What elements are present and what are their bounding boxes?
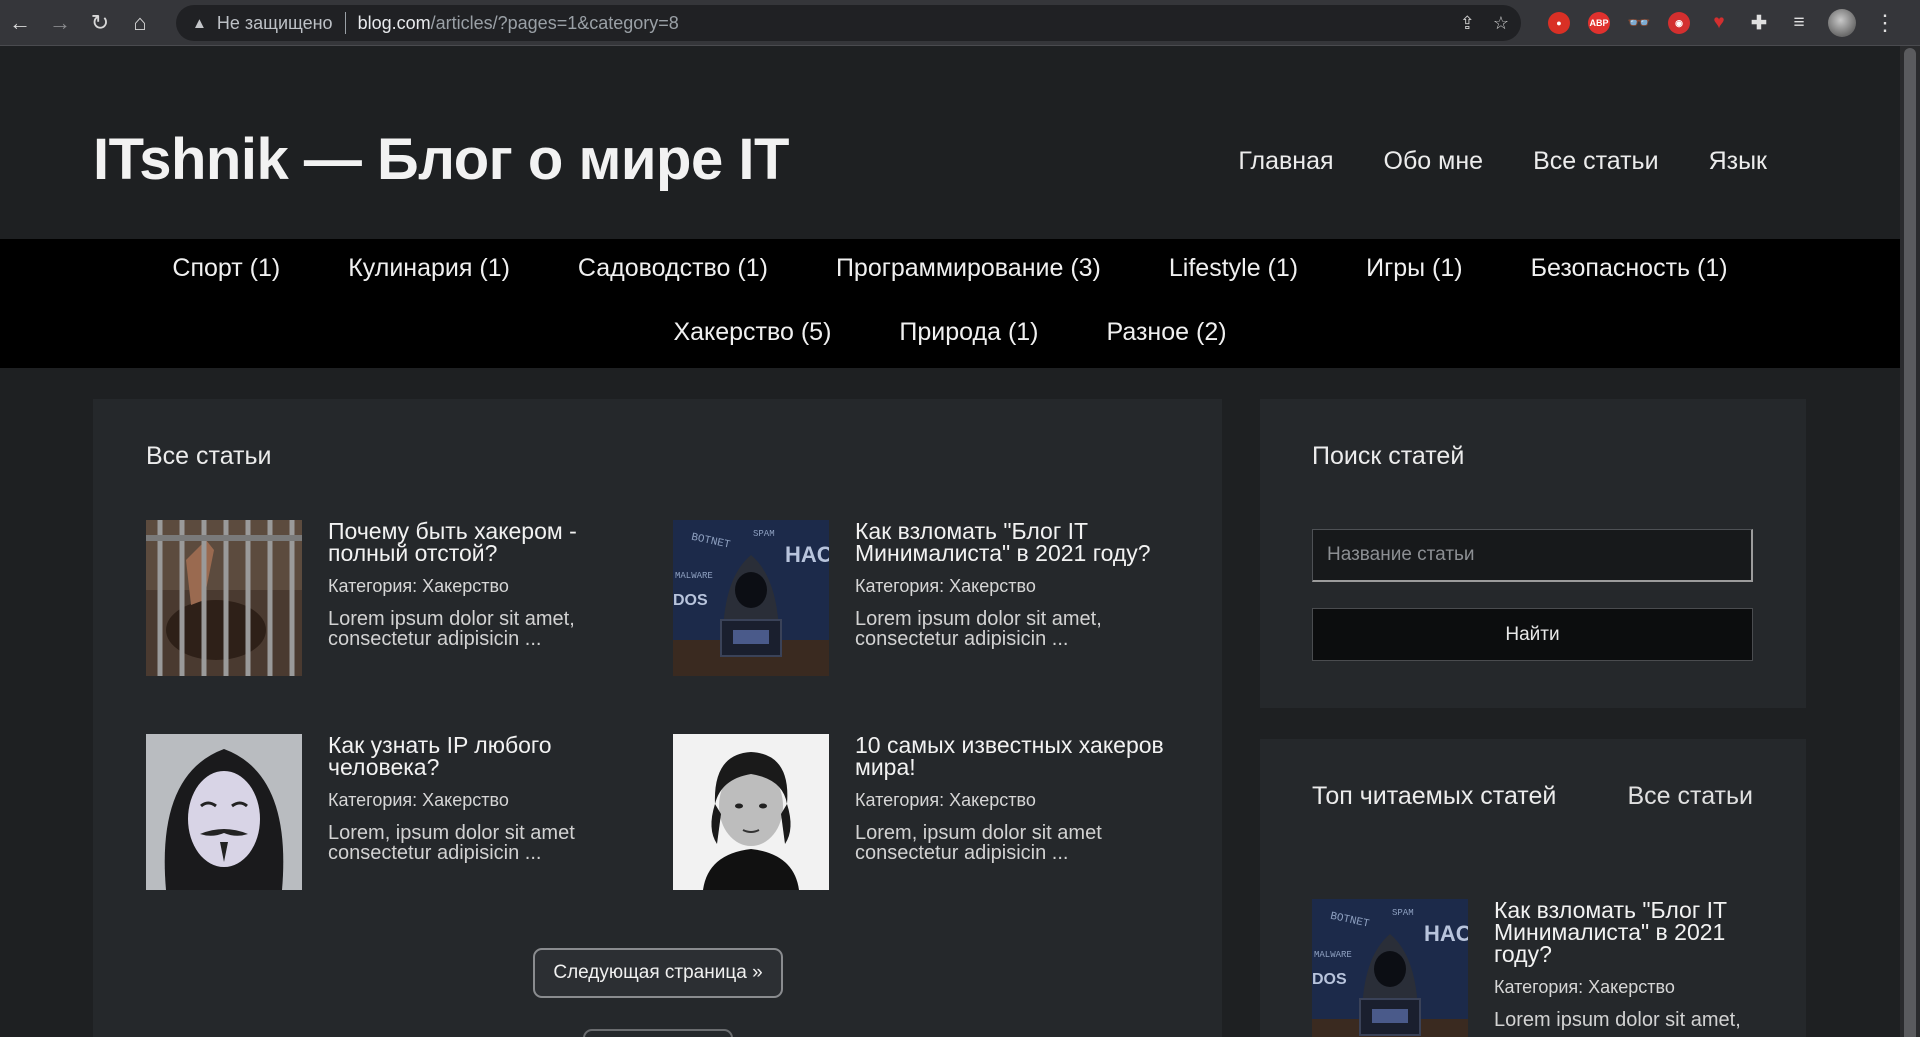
articles-panel: Все статьи Почему быть хакером - полный … bbox=[93, 399, 1222, 1037]
profile-avatar[interactable] bbox=[1828, 9, 1856, 37]
address-bar[interactable]: ▲ Не защищено blog.com/articles/?pages=1… bbox=[176, 5, 1521, 41]
all-articles-link[interactable]: Все статьи bbox=[1628, 782, 1754, 811]
category-bar: Спорт (1) Кулинария (1) Садоводство (1) … bbox=[0, 239, 1900, 368]
red-heart-extension-icon[interactable]: ♥ bbox=[1708, 12, 1730, 34]
article-excerpt: Lorem ipsum dolor sit amet, consectetur … bbox=[855, 608, 1102, 650]
hooded-hacker-photo[interactable]: BOTNET SPAM MALWARE HACK DOS bbox=[673, 520, 829, 676]
url-host: blog.com bbox=[357, 12, 431, 33]
top-navigation: Главная Обо мне Все статьи Язык bbox=[1238, 147, 1767, 176]
nav-about-link[interactable]: Обо мне bbox=[1384, 147, 1484, 176]
svg-text:SPAM: SPAM bbox=[753, 529, 775, 539]
url-path: /articles/?pages=1&category=8 bbox=[430, 12, 679, 33]
svg-text:MALWARE: MALWARE bbox=[1314, 950, 1352, 960]
articles-panel-title: Все статьи bbox=[146, 442, 272, 470]
insecure-label: Не защищено bbox=[216, 12, 333, 33]
article-title[interactable]: Как взломать "Блог IT Минималиста" в 202… bbox=[1494, 899, 1764, 966]
article-category: Категория: Хакерство bbox=[1494, 977, 1675, 997]
bookmark-star-icon[interactable]: ☆ bbox=[1493, 13, 1509, 34]
page-scrollbar[interactable] bbox=[1900, 46, 1920, 1037]
svg-text:HACK: HACK bbox=[785, 542, 829, 567]
svg-text:DOS: DOS bbox=[673, 592, 708, 609]
article-title[interactable]: Как узнать IP любого человека? bbox=[328, 734, 658, 779]
hooded-hacker-photo[interactable]: BOTNET SPAM MALWARE HACK DOS bbox=[1312, 899, 1468, 1037]
search-panel: Поиск статей Название статьи Найти bbox=[1260, 399, 1806, 708]
article-category: Категория: Хакерство bbox=[855, 790, 1036, 810]
article-card[interactable]: Как узнать IP любого человека? Категория… bbox=[146, 734, 646, 890]
portrait-photo[interactable] bbox=[673, 734, 829, 890]
category-link[interactable]: Безопасность (1) bbox=[1531, 254, 1728, 283]
article-category: Категория: Хакерство bbox=[328, 790, 509, 810]
search-button[interactable]: Найти bbox=[1312, 608, 1753, 661]
red-circle-extension-icon[interactable]: ● bbox=[1548, 12, 1570, 34]
article-card[interactable]: 10 самых известных хакеров мира! Категор… bbox=[673, 734, 1173, 890]
next-page-button[interactable]: Следующая страница » bbox=[533, 948, 783, 998]
top-articles-panel: Топ читаемых статей Все статьи BOTNET SP… bbox=[1260, 739, 1806, 1037]
article-excerpt: Lorem, ipsum dolor sit amet consectetur … bbox=[328, 822, 575, 864]
reading-list-icon[interactable]: ≡ bbox=[1788, 12, 1810, 34]
adblock-plus-icon[interactable]: ABP bbox=[1588, 12, 1610, 34]
extensions-bar: ● ABP 👓 ◉ ♥ ✚ ≡ ⋮ bbox=[1548, 0, 1896, 46]
back-arrow-icon[interactable]: ← bbox=[0, 0, 40, 46]
article-category: Категория: Хакерство bbox=[855, 576, 1036, 596]
prison-bars-photo[interactable] bbox=[146, 520, 302, 676]
nav-home-link[interactable]: Главная bbox=[1238, 147, 1333, 176]
category-link[interactable]: Lifestyle (1) bbox=[1169, 254, 1298, 283]
article-card[interactable]: BOTNET SPAM MALWARE HACK DOS Как взломат… bbox=[673, 520, 1173, 676]
category-link[interactable]: Хакерство (5) bbox=[673, 318, 831, 347]
article-title[interactable]: Почему быть хакером - полный отстой? bbox=[328, 520, 658, 565]
category-link[interactable]: Спорт (1) bbox=[172, 254, 280, 283]
warning-triangle-icon: ▲ bbox=[192, 14, 207, 32]
site-title[interactable]: ITshnik — Блог о мире IT bbox=[93, 126, 789, 193]
article-card[interactable]: Почему быть хакером - полный отстой? Кат… bbox=[146, 520, 646, 676]
top-articles-title: Топ читаемых статей bbox=[1312, 782, 1557, 810]
svg-text:DOS: DOS bbox=[1312, 971, 1347, 988]
nav-language-link[interactable]: Язык bbox=[1709, 147, 1767, 176]
puzzle-extensions-icon[interactable]: ✚ bbox=[1748, 12, 1770, 34]
article-title[interactable]: Как взломать "Блог IT Минималиста" в 202… bbox=[855, 520, 1185, 565]
svg-text:HACK: HACK bbox=[1424, 921, 1468, 946]
browser-toolbar: ← → ↻ ⌂ ▲ Не защищено blog.com/articles/… bbox=[0, 0, 1920, 46]
article-excerpt: Lorem, ipsum dolor sit amet consectetur … bbox=[855, 822, 1102, 864]
search-input[interactable]: Название статьи bbox=[1312, 529, 1753, 582]
scrollbar-thumb[interactable] bbox=[1904, 48, 1916, 1037]
red-shield-extension-icon[interactable]: ◉ bbox=[1668, 12, 1690, 34]
article-excerpt: Lorem ipsum dolor sit amet, consectetur … bbox=[328, 608, 575, 650]
article-title[interactable]: 10 самых известных хакеров мира! bbox=[855, 734, 1185, 779]
category-link[interactable]: Природа (1) bbox=[899, 318, 1038, 347]
category-link[interactable]: Разное (2) bbox=[1107, 318, 1227, 347]
svg-text:SPAM: SPAM bbox=[1392, 908, 1414, 918]
glasses-extension-icon[interactable]: 👓 bbox=[1627, 12, 1651, 34]
svg-text:MALWARE: MALWARE bbox=[675, 571, 713, 581]
home-icon[interactable]: ⌂ bbox=[120, 0, 160, 46]
category-link[interactable]: Садоводство (1) bbox=[578, 254, 768, 283]
browser-menu-icon[interactable]: ⋮ bbox=[1874, 10, 1896, 36]
article-category: Категория: Хакерство bbox=[328, 576, 509, 596]
site-header: ITshnik — Блог о мире IT Главная Обо мне… bbox=[0, 46, 1900, 239]
category-link[interactable]: Программирование (3) bbox=[836, 254, 1101, 283]
address-separator bbox=[344, 12, 346, 34]
reload-icon[interactable]: ↻ bbox=[80, 0, 120, 46]
guy-fawkes-mask-photo[interactable] bbox=[146, 734, 302, 890]
search-panel-title: Поиск статей bbox=[1312, 442, 1465, 470]
share-icon[interactable]: ⇪ bbox=[1460, 13, 1475, 34]
article-card[interactable]: BOTNET SPAM MALWARE HACK DOS Как взломат… bbox=[1312, 899, 1812, 1037]
pagination-button[interactable] bbox=[583, 1029, 733, 1037]
article-excerpt: Lorem ipsum dolor sit amet, bbox=[1494, 1009, 1741, 1031]
category-link[interactable]: Игры (1) bbox=[1366, 254, 1462, 283]
forward-arrow-icon[interactable]: → bbox=[40, 0, 80, 46]
category-link[interactable]: Кулинария (1) bbox=[348, 254, 510, 283]
nav-all-articles-link[interactable]: Все статьи bbox=[1533, 147, 1659, 176]
